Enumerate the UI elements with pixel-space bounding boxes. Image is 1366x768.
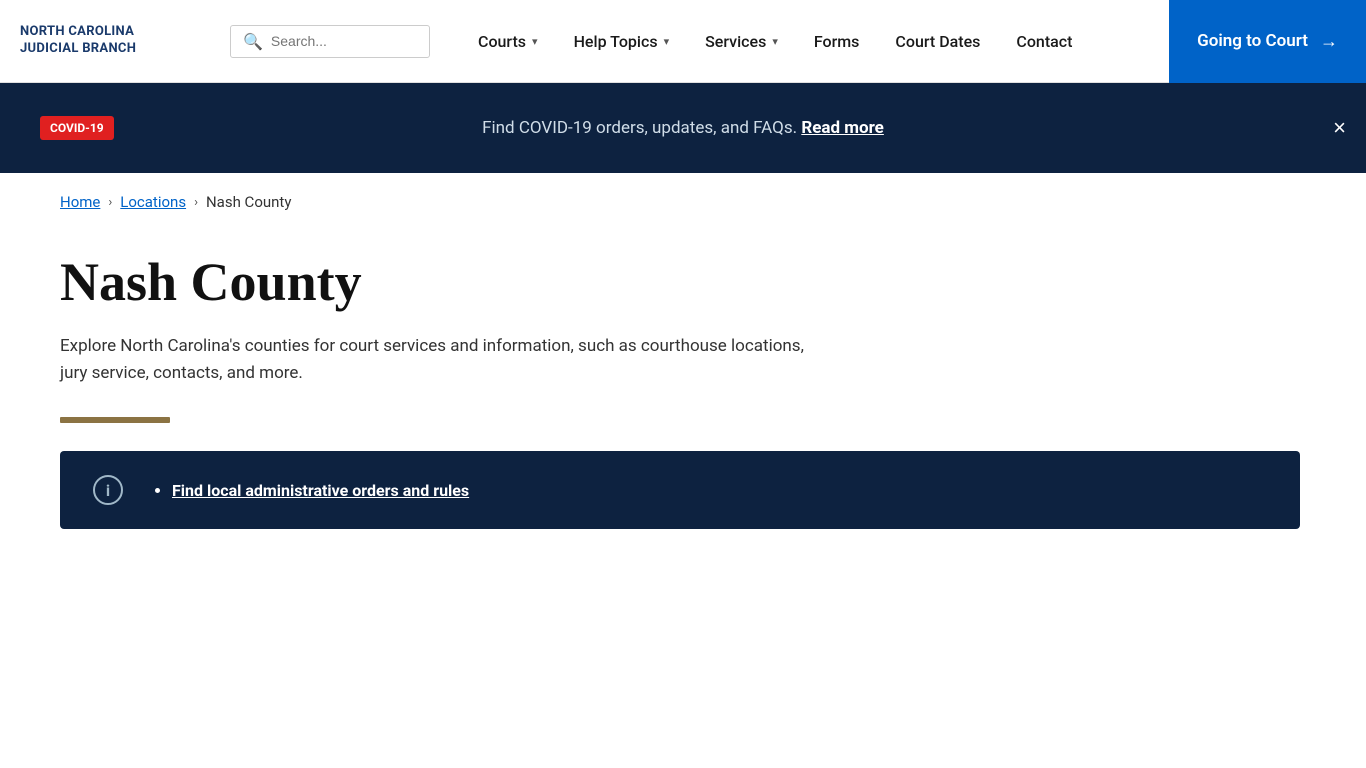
nav-item-forms[interactable]: Forms xyxy=(796,0,878,83)
decorative-divider xyxy=(60,417,170,423)
admin-orders-link[interactable]: Find local administrative orders and rul… xyxy=(172,481,469,500)
chevron-down-icon: ▾ xyxy=(772,35,778,48)
nav-item-contact[interactable]: Contact xyxy=(998,0,1090,83)
info-icon: i xyxy=(92,475,124,505)
breadcrumb-separator: › xyxy=(194,195,198,210)
chevron-down-icon: ▾ xyxy=(664,35,670,48)
nav-item-services[interactable]: Services ▾ xyxy=(687,0,796,83)
nav-item-court-dates[interactable]: Court Dates xyxy=(877,0,998,83)
chevron-down-icon: ▾ xyxy=(532,35,538,48)
info-list: Find local administrative orders and rul… xyxy=(152,481,469,500)
main-nav: Courts ▾ Help Topics ▾ Services ▾ Forms … xyxy=(460,0,1169,83)
site-logo: NORTH CAROLINA JUDICIAL BRANCH xyxy=(20,24,136,58)
nav-item-help-topics[interactable]: Help Topics ▾ xyxy=(556,0,688,83)
covid-read-more-link[interactable]: Read more xyxy=(801,118,884,138)
covid-badge: COVID-19 xyxy=(40,116,114,140)
breadcrumb-separator: › xyxy=(108,195,112,210)
going-to-court-button[interactable]: Going to Court → xyxy=(1169,0,1366,83)
main-content: Nash County Explore North Carolina's cou… xyxy=(0,231,1366,569)
covid-banner: COVID-19 Find COVID-19 orders, updates, … xyxy=(0,83,1366,173)
covid-banner-close-button[interactable]: × xyxy=(1333,117,1346,139)
info-box: i Find local administrative orders and r… xyxy=(60,451,1300,529)
page-title: Nash County xyxy=(60,251,1306,313)
search-bar[interactable]: 🔍 xyxy=(230,25,430,58)
logo-area[interactable]: NORTH CAROLINA JUDICIAL BRANCH xyxy=(0,24,220,58)
breadcrumb: Home › Locations › Nash County xyxy=(0,173,1366,231)
search-icon: 🔍 xyxy=(243,32,263,51)
site-header: NORTH CAROLINA JUDICIAL BRANCH 🔍 Courts … xyxy=(0,0,1366,83)
covid-banner-text: Find COVID-19 orders, updates, and FAQs.… xyxy=(482,118,884,138)
breadcrumb-locations-link[interactable]: Locations xyxy=(120,193,186,211)
page-description: Explore North Carolina's counties for co… xyxy=(60,333,810,387)
nav-item-courts[interactable]: Courts ▾ xyxy=(460,0,556,83)
arrow-right-icon: → xyxy=(1320,31,1338,52)
breadcrumb-home-link[interactable]: Home xyxy=(60,193,100,211)
breadcrumb-current-page: Nash County xyxy=(206,193,291,211)
list-item: Find local administrative orders and rul… xyxy=(172,481,469,500)
search-input[interactable] xyxy=(271,33,417,49)
